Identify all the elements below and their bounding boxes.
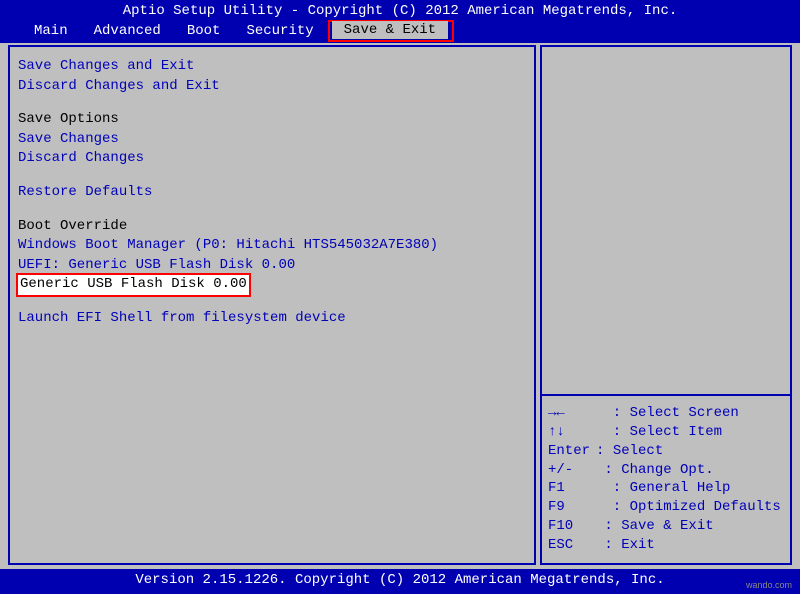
key-help: →← : Select Screen ↑↓ : Select Item Ente… bbox=[542, 394, 790, 563]
red-highlight-option: Generic USB Flash Disk 0.00 bbox=[18, 275, 526, 295]
menu-save-exit[interactable]: Save & Exit bbox=[332, 21, 448, 39]
watermark: wando.com bbox=[746, 580, 792, 590]
opt-restore-defaults[interactable]: Restore Defaults bbox=[18, 183, 526, 203]
header-title: Aptio Setup Utility - Copyright (C) 2012… bbox=[123, 3, 678, 19]
help-select: Enter: Select bbox=[548, 442, 784, 461]
header-bar: Aptio Setup Utility - Copyright (C) 2012… bbox=[0, 0, 800, 21]
menu-bar: Main Advanced Boot Security Save & Exit bbox=[0, 21, 800, 43]
help-general: F1 : General Help bbox=[548, 479, 784, 498]
opt-windows-boot-manager[interactable]: Windows Boot Manager (P0: Hitachi HTS545… bbox=[18, 236, 526, 256]
help-select-item: ↑↓ : Select Item bbox=[548, 423, 784, 442]
left-panel: Save Changes and Exit Discard Changes an… bbox=[8, 45, 536, 565]
help-change-opt: +/- : Change Opt. bbox=[548, 461, 784, 480]
right-panel: →← : Select Screen ↑↓ : Select Item Ente… bbox=[540, 45, 792, 565]
header-save-options: Save Options bbox=[18, 110, 526, 130]
header-boot-override: Boot Override bbox=[18, 217, 526, 237]
footer-bar: Version 2.15.1226. Copyright (C) 2012 Am… bbox=[0, 569, 800, 594]
menu-main[interactable]: Main bbox=[22, 22, 80, 40]
menu-boot[interactable]: Boot bbox=[175, 22, 233, 40]
footer-text: Version 2.15.1226. Copyright (C) 2012 Am… bbox=[135, 572, 664, 588]
help-optimized: F9 : Optimized Defaults bbox=[548, 498, 784, 517]
spacer bbox=[18, 96, 526, 110]
main-area: Save Changes and Exit Discard Changes an… bbox=[0, 43, 800, 569]
red-highlight-menu: Save & Exit bbox=[328, 20, 454, 42]
menu-advanced[interactable]: Advanced bbox=[82, 22, 173, 40]
right-top-help bbox=[542, 47, 790, 394]
opt-save-exit[interactable]: Save Changes and Exit bbox=[18, 57, 526, 77]
spacer bbox=[18, 203, 526, 217]
help-save-exit: F10 : Save & Exit bbox=[548, 517, 784, 536]
opt-discard-exit[interactable]: Discard Changes and Exit bbox=[18, 77, 526, 97]
menu-security[interactable]: Security bbox=[234, 22, 325, 40]
opt-generic-usb-selected[interactable]: Generic USB Flash Disk 0.00 bbox=[18, 275, 249, 295]
spacer bbox=[18, 169, 526, 183]
bios-setup-utility: Aptio Setup Utility - Copyright (C) 2012… bbox=[0, 0, 800, 594]
opt-discard-changes[interactable]: Discard Changes bbox=[18, 149, 526, 169]
spacer bbox=[18, 295, 526, 309]
help-select-screen: →← : Select Screen bbox=[548, 404, 784, 423]
help-exit: ESC : Exit bbox=[548, 536, 784, 555]
opt-save-changes[interactable]: Save Changes bbox=[18, 130, 526, 150]
opt-launch-efi-shell[interactable]: Launch EFI Shell from filesystem device bbox=[18, 309, 526, 329]
